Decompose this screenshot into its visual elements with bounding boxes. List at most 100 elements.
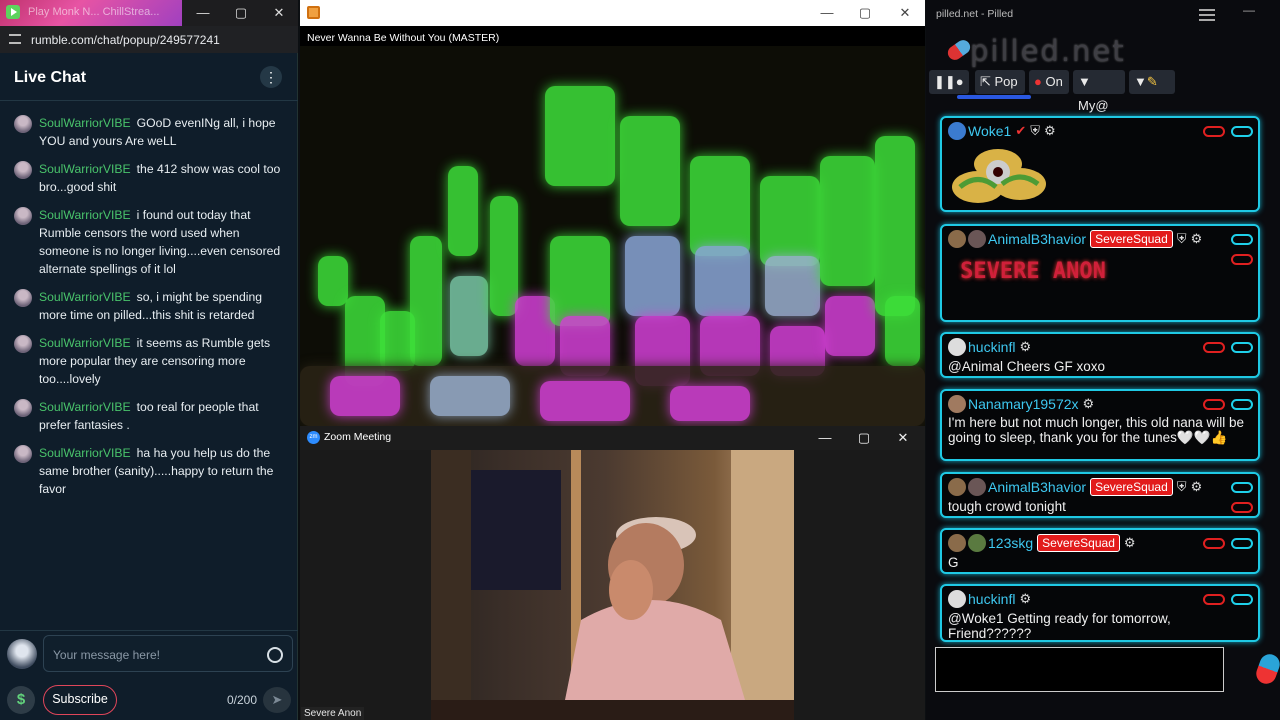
visualizer-block <box>625 236 680 316</box>
maximize-icon[interactable]: ▢ <box>228 4 254 22</box>
chat-message-input[interactable]: Your message here! <box>43 635 293 672</box>
live-chat-title: Live Chat <box>14 69 87 86</box>
send-icon[interactable]: ➤ <box>263 687 291 713</box>
popout-icon: ⇱ <box>980 74 995 89</box>
site-settings-icon[interactable] <box>9 34 21 44</box>
gear-icon[interactable]: ⚙ <box>1124 535 1136 551</box>
rant-dollar-icon[interactable]: $ <box>7 686 35 714</box>
maximize-icon[interactable]: ▢ <box>851 429 877 447</box>
visualizer-block <box>760 176 820 266</box>
gear-icon[interactable]: ⚙ <box>1191 231 1203 247</box>
mute-toggle[interactable] <box>1203 342 1225 353</box>
pause-chat-icon[interactable]: ❚❚● <box>929 70 969 94</box>
user-avatar[interactable] <box>7 639 37 669</box>
visualizer-block <box>825 296 875 356</box>
card-header: huckinfl ⚙ <box>948 590 1031 610</box>
close-icon[interactable]: ✕ <box>266 4 292 22</box>
gear-icon[interactable]: ⚙ <box>1191 479 1203 495</box>
visualizer-block <box>490 196 518 316</box>
avatar[interactable] <box>14 335 32 353</box>
browser-tab[interactable]: Play Monk N... ChillStrea... <box>0 0 182 26</box>
filter-settings-button[interactable]: ▼✎ <box>1129 70 1175 94</box>
mute-toggle[interactable] <box>1203 126 1225 137</box>
card-username[interactable]: 123skg <box>988 535 1033 551</box>
chat-card: huckinfl ⚙ @Animal Cheers GF xoxo <box>940 332 1260 378</box>
chat-username[interactable]: SoulWarriorVIBE <box>39 290 131 304</box>
visualizer-block <box>885 296 920 366</box>
visualizer-block <box>410 236 442 366</box>
reply-toggle[interactable] <box>1231 399 1253 410</box>
card-header: Woke1 ✔ ⛨ ⚙ <box>948 122 1056 142</box>
mute-toggle[interactable] <box>1203 399 1225 410</box>
subscribe-button[interactable]: Subscribe <box>43 685 117 715</box>
reply-toggle[interactable] <box>1231 234 1253 245</box>
emoji-icon[interactable] <box>267 647 283 663</box>
card-username[interactable]: Nanamary19572x <box>968 396 1079 412</box>
visualizer-block <box>540 381 630 421</box>
mute-toggle[interactable] <box>1231 502 1253 513</box>
close-icon[interactable]: ✕ <box>892 4 918 22</box>
reply-toggle[interactable] <box>1231 538 1253 549</box>
maximize-icon[interactable]: ▢ <box>852 4 878 22</box>
card-username[interactable]: AnimalB3havior <box>988 231 1086 247</box>
mute-toggle[interactable] <box>1203 538 1225 549</box>
pencil-icon: ✎ <box>1146 74 1158 89</box>
gear-icon[interactable]: ⚙ <box>1019 339 1031 355</box>
chat-message-list: SoulWarriorVIBE GOoD evenINg all, i hope … <box>0 106 298 500</box>
avatar[interactable] <box>14 115 32 133</box>
gear-icon[interactable]: ⚙ <box>1083 396 1095 412</box>
gear-icon[interactable]: ⚙ <box>1019 591 1031 607</box>
reply-toggle[interactable] <box>1231 126 1253 137</box>
visualizer-block <box>448 166 478 256</box>
reply-toggle[interactable] <box>1231 594 1253 605</box>
pilled-message-input[interactable] <box>935 647 1224 692</box>
avatar[interactable] <box>14 207 32 225</box>
char-count: 0/200 <box>227 693 258 707</box>
chat-username[interactable]: SoulWarriorVIBE <box>39 400 131 414</box>
card-username[interactable]: huckinfl <box>968 339 1015 355</box>
avatar <box>948 338 966 356</box>
tab-title: Play Monk N... ChillStrea... <box>28 6 160 18</box>
card-message: @Woke1 Getting ready for tomorrow, Frien… <box>948 611 1171 641</box>
severe-anon-banner: SEVERE ANON <box>960 259 1106 284</box>
gear-icon[interactable]: ⚙ <box>1044 123 1056 139</box>
rumble-play-icon <box>6 5 20 19</box>
avatar[interactable] <box>14 289 32 307</box>
chat-card: Woke1 ✔ ⛨ ⚙ <box>940 116 1260 212</box>
avatar[interactable] <box>14 161 32 179</box>
visualizer-block <box>545 86 615 186</box>
chat-username[interactable]: SoulWarriorVIBE <box>39 162 131 176</box>
card-username[interactable]: huckinfl <box>968 591 1015 607</box>
card-username[interactable]: Woke1 <box>968 123 1011 139</box>
mute-toggle[interactable] <box>1203 594 1225 605</box>
address-bar[interactable]: rumble.com/chat/popup/249577241 <box>0 26 298 53</box>
card-message: G <box>948 555 959 570</box>
avatar <box>968 230 986 248</box>
live-chat-header: Live Chat ⋮ <box>0 53 298 101</box>
music-visualizer <box>300 46 925 426</box>
chat-username[interactable]: SoulWarriorVIBE <box>39 208 131 222</box>
minimize-icon[interactable]: — <box>1243 3 1255 17</box>
filter-icon: ▼ <box>1078 74 1091 89</box>
chat-username[interactable]: SoulWarriorVIBE <box>39 116 131 130</box>
avatar[interactable] <box>14 445 32 463</box>
minimize-icon[interactable]: — <box>190 4 216 22</box>
chat-username[interactable]: SoulWarriorVIBE <box>39 446 131 460</box>
mentions-filter-button[interactable]: ▼ My@ <box>1073 70 1125 113</box>
close-icon[interactable]: ✕ <box>890 429 916 447</box>
on-button[interactable]: ● On <box>1029 70 1069 94</box>
chat-message: SoulWarriorVIBE so, i might be spending m… <box>0 280 298 326</box>
popout-button[interactable]: ⇱ Pop <box>975 70 1025 94</box>
visualizer-block <box>690 156 750 256</box>
card-username[interactable]: AnimalB3havior <box>988 479 1086 495</box>
minimize-icon[interactable]: — <box>812 429 838 447</box>
more-options-icon[interactable]: ⋮ <box>260 66 282 88</box>
chat-username[interactable]: SoulWarriorVIBE <box>39 336 131 350</box>
card-message: I'm here but not much longer, this old n… <box>948 415 1244 445</box>
reply-toggle[interactable] <box>1231 342 1253 353</box>
reply-toggle[interactable] <box>1231 482 1253 493</box>
avatar[interactable] <box>14 399 32 417</box>
menu-icon[interactable] <box>1199 9 1215 21</box>
minimize-icon[interactable]: — <box>814 4 840 22</box>
mute-toggle[interactable] <box>1231 254 1253 265</box>
